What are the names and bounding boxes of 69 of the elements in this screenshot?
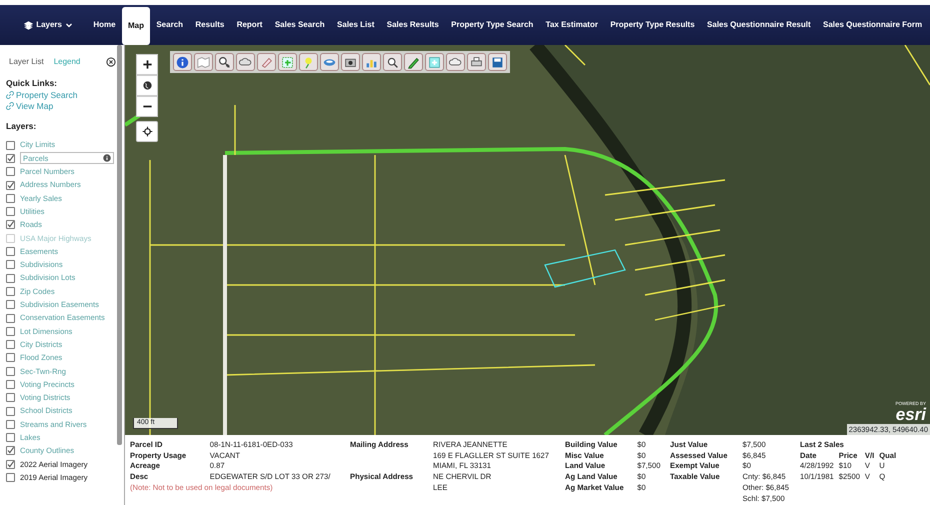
- scrollbar[interactable]: [117, 45, 122, 445]
- esri-logo: esri: [896, 406, 926, 423]
- layer-checkbox[interactable]: [6, 393, 15, 402]
- nav-tab[interactable]: Sales List: [330, 5, 381, 45]
- close-icon[interactable]: [106, 56, 116, 66]
- layer-checkbox[interactable]: [6, 314, 15, 322]
- layer-checkbox[interactable]: [6, 446, 15, 456]
- grid-icon[interactable]: [428, 56, 441, 68]
- nav-tab[interactable]: Tax Estimator: [539, 5, 604, 45]
- layer-checkbox[interactable]: [6, 247, 15, 256]
- info-icon[interactable]: [176, 56, 189, 68]
- quick-link[interactable]: Property Search: [16, 90, 78, 101]
- nav-tab[interactable]: Results: [189, 5, 230, 45]
- map-icon[interactable]: [197, 56, 210, 68]
- aerial-map-drawing[interactable]: [125, 45, 930, 435]
- layer-checkbox[interactable]: [6, 220, 15, 230]
- layer-checkbox[interactable]: [6, 207, 15, 216]
- layer-checkbox[interactable]: [6, 326, 15, 336]
- quick-link[interactable]: View Map: [16, 100, 54, 112]
- layer-checkbox[interactable]: [6, 194, 15, 203]
- layer-checkbox[interactable]: [6, 154, 15, 163]
- cloud-icon[interactable]: [239, 56, 252, 68]
- layer-checkbox[interactable]: [6, 167, 15, 176]
- info-icon[interactable]: [103, 154, 111, 162]
- layer-checkbox[interactable]: [6, 260, 15, 270]
- layer-checkbox[interactable]: [6, 300, 15, 310]
- caret-icon: [64, 21, 73, 29]
- nav-tab[interactable]: Sales Questionnaire Form: [816, 5, 928, 45]
- globe-icon[interactable]: [142, 80, 152, 91]
- layer-checkbox[interactable]: [6, 420, 15, 429]
- eraser-icon[interactable]: [260, 56, 273, 68]
- layer-checkbox[interactable]: [6, 274, 15, 283]
- crosshair-icon[interactable]: [142, 126, 152, 137]
- layer-checkbox[interactable]: [6, 460, 15, 469]
- search-icon[interactable]: [386, 56, 399, 68]
- nav-tab[interactable]: Home: [87, 5, 122, 45]
- section-heading: Quick Links:: [6, 77, 58, 90]
- link-icon: [6, 91, 14, 100]
- layer-checkbox[interactable]: [6, 366, 15, 376]
- layer-checkbox[interactable]: [6, 380, 15, 389]
- nav-tab[interactable]: Property Type Search: [444, 5, 540, 45]
- zoom-in-icon[interactable]: [218, 56, 231, 68]
- layer-checkbox[interactable]: [6, 406, 15, 416]
- link-icon: [6, 102, 14, 110]
- save-icon[interactable]: [491, 56, 504, 68]
- layers-icon: [24, 20, 34, 30]
- add-icon[interactable]: [281, 56, 294, 68]
- cloud-icon[interactable]: [449, 56, 462, 68]
- sidebar-tab[interactable]: Legend: [54, 56, 80, 68]
- layer-checkbox[interactable]: [6, 286, 15, 296]
- layer-checkbox[interactable]: [6, 473, 15, 482]
- printer-icon[interactable]: [470, 56, 483, 68]
- nav-tab[interactable]: Property Type Results: [604, 5, 701, 45]
- sidebar-tab[interactable]: Layer List: [9, 56, 44, 68]
- layer-checkbox[interactable]: [6, 353, 15, 362]
- layers-menu[interactable]: Layers: [18, 5, 80, 45]
- nav-tab[interactable]: Sales Results: [380, 5, 445, 45]
- section-heading: Layers:: [6, 120, 38, 132]
- layer-checkbox[interactable]: [6, 340, 15, 350]
- nav-tab[interactable]: Search: [150, 5, 190, 45]
- layer-checkbox[interactable]: [6, 180, 15, 190]
- nav-tab[interactable]: Report: [230, 5, 269, 45]
- pencil-icon[interactable]: [407, 56, 420, 68]
- nav-tab[interactable]: Sales Search: [268, 5, 331, 45]
- layer-checkbox[interactable]: [6, 433, 15, 442]
- nav-tab[interactable]: Map: [122, 7, 150, 45]
- nav-tab[interactable]: Sales Questionnaire Result: [700, 5, 817, 45]
- layer-checkbox[interactable]: [6, 140, 15, 150]
- zoom-in-icon[interactable]: [142, 59, 152, 70]
